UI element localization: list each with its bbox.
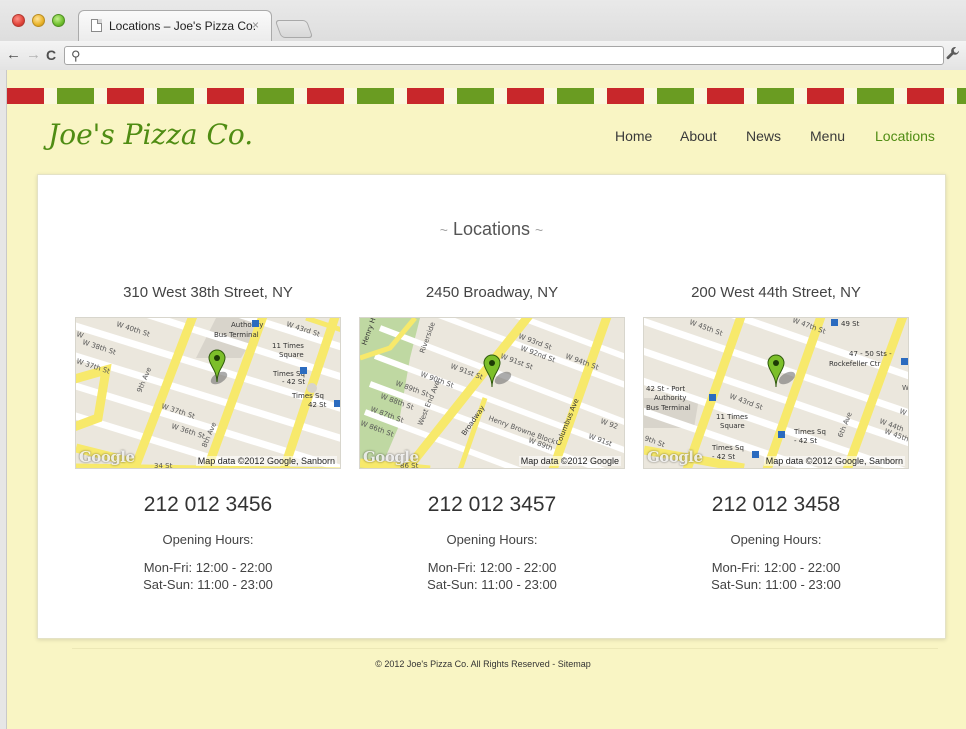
google-logo: Google (647, 448, 703, 466)
title-tilde-left: ~ (439, 222, 448, 238)
hours-weekday: Mon-Fri: 12:00 - 22:00 (711, 560, 841, 575)
copyright-text: © 2012 Joe's Pizza Co. All Rights Reserv… (375, 659, 558, 669)
svg-text:11 Times: 11 Times (716, 413, 748, 421)
location-phone: 212 012 3457 (427, 493, 557, 516)
opening-hours-label: Opening Hours: (730, 532, 822, 547)
hours-weekday: Mon-Fri: 12:00 - 22:00 (143, 560, 273, 575)
browser-toolbar: ← → C ⚲ (0, 41, 966, 70)
back-icon[interactable]: ← (6, 47, 21, 63)
map-attribution: Map data ©2012 Google (518, 456, 621, 466)
hours-weekend: Sat-Sun: 11:00 - 23:00 (143, 577, 273, 592)
location-phone: 212 012 3456 (143, 493, 273, 516)
hours-weekend: Sat-Sun: 11:00 - 23:00 (427, 577, 557, 592)
google-logo: Google (79, 448, 135, 466)
location-address: 200 West 44th Street, NY (691, 284, 861, 301)
location-address: 2450 Broadway, NY (425, 284, 559, 301)
footer-divider (72, 648, 938, 649)
reload-icon[interactable]: C (46, 47, 56, 63)
svg-text:- 42 St: - 42 St (712, 453, 735, 461)
nav-item-menu[interactable]: Menu (810, 128, 845, 144)
footer: © 2012 Joe's Pizza Co. All Rights Reserv… (0, 659, 966, 669)
nav-item-home[interactable]: Home (615, 128, 652, 144)
svg-text:42 St: 42 St (308, 401, 327, 409)
google-logo: Google (363, 448, 419, 466)
svg-text:Square: Square (720, 422, 745, 430)
opening-hours-label: Opening Hours: (162, 532, 254, 547)
location-map[interactable]: W 38th St W 37th St W 37th St W 36th St … (75, 317, 341, 469)
location-card: 310 West 38th Street, NY W 38th St W 37t… (75, 283, 341, 593)
svg-text:11 Times: 11 Times (272, 342, 304, 350)
address-bar[interactable]: ⚲ (64, 46, 944, 65)
svg-text:Rockefeller Ctr: Rockefeller Ctr (829, 360, 880, 368)
svg-text:49 St: 49 St (841, 320, 860, 328)
svg-text:Times Sq: Times Sq (272, 370, 305, 378)
svg-text:47 - 50 Sts -: 47 - 50 Sts - (849, 350, 892, 358)
new-tab-button[interactable] (274, 20, 314, 38)
svg-text:Bus Terminal: Bus Terminal (646, 404, 691, 412)
svg-text:Times Sq: Times Sq (711, 444, 744, 452)
browser-tab-active[interactable]: Locations – Joe's Pizza Co. × (78, 10, 272, 41)
page-icon (91, 19, 102, 32)
search-icon: ⚲ (71, 48, 81, 63)
svg-text:- 42 St: - 42 St (282, 378, 305, 386)
location-card: 200 West 44th Street, NY W 45th St W 47t… (643, 283, 909, 593)
svg-text:- 42 St: - 42 St (794, 437, 817, 445)
svg-text:W: W (902, 384, 909, 392)
tab-close-icon[interactable]: × (252, 18, 259, 32)
decorative-stripe (7, 88, 966, 104)
title-tilde-right: ~ (535, 222, 544, 238)
window-left-edge (0, 70, 7, 729)
sitemap-link[interactable]: Sitemap (558, 659, 591, 669)
nav-item-news[interactable]: News (746, 128, 781, 144)
svg-text:Square: Square (279, 351, 304, 359)
zoom-window-button[interactable] (52, 14, 65, 27)
location-map[interactable]: W 45th St W 47th St 49 St 47 - 50 Sts - … (643, 317, 909, 469)
hours-weekday: Mon-Fri: 12:00 - 22:00 (427, 560, 557, 575)
svg-text:Authority: Authority (654, 394, 686, 402)
svg-text:Times Sq: Times Sq (793, 428, 826, 436)
nav-item-locations[interactable]: Locations (875, 128, 935, 144)
wrench-icon[interactable] (946, 46, 960, 64)
opening-hours-label: Opening Hours: (446, 532, 538, 547)
site-logo[interactable]: Joe's Pizza Co. (48, 118, 253, 151)
svg-text:Times Sq: Times Sq (291, 392, 324, 400)
minimize-window-button[interactable] (32, 14, 45, 27)
locations-panel: ~ Locations ~ 310 West 38th Street, NY W… (37, 174, 946, 639)
location-phone: 212 012 3458 (711, 493, 841, 516)
svg-text:42 St - Port: 42 St - Port (646, 385, 685, 393)
svg-text:34 St: 34 St (154, 462, 173, 469)
page-title: ~ Locations ~ (38, 219, 945, 240)
browser-chrome: Locations – Joe's Pizza Co. × ← → C ⚲ (0, 0, 966, 70)
map-attribution: Map data ©2012 Google, Sanborn (195, 456, 337, 466)
map-attribution: Map data ©2012 Google, Sanborn (763, 456, 905, 466)
forward-icon[interactable]: → (26, 47, 41, 63)
close-window-button[interactable] (12, 14, 25, 27)
nav-item-about[interactable]: About (680, 128, 717, 144)
tab-strip: Locations – Joe's Pizza Co. × (0, 0, 966, 41)
tab-title: Locations – Joe's Pizza Co. (109, 19, 257, 33)
location-card: 2450 Broadway, NY Henry H Riverside W 91… (359, 283, 625, 593)
hours-weekend: Sat-Sun: 11:00 - 23:00 (711, 577, 841, 592)
location-map[interactable]: Henry H Riverside W 91st St W 91st St W … (359, 317, 625, 469)
svg-text:Bus Terminal: Bus Terminal (214, 331, 259, 339)
page-title-text: Locations (452, 219, 531, 239)
location-address: 310 West 38th Street, NY (123, 284, 293, 301)
